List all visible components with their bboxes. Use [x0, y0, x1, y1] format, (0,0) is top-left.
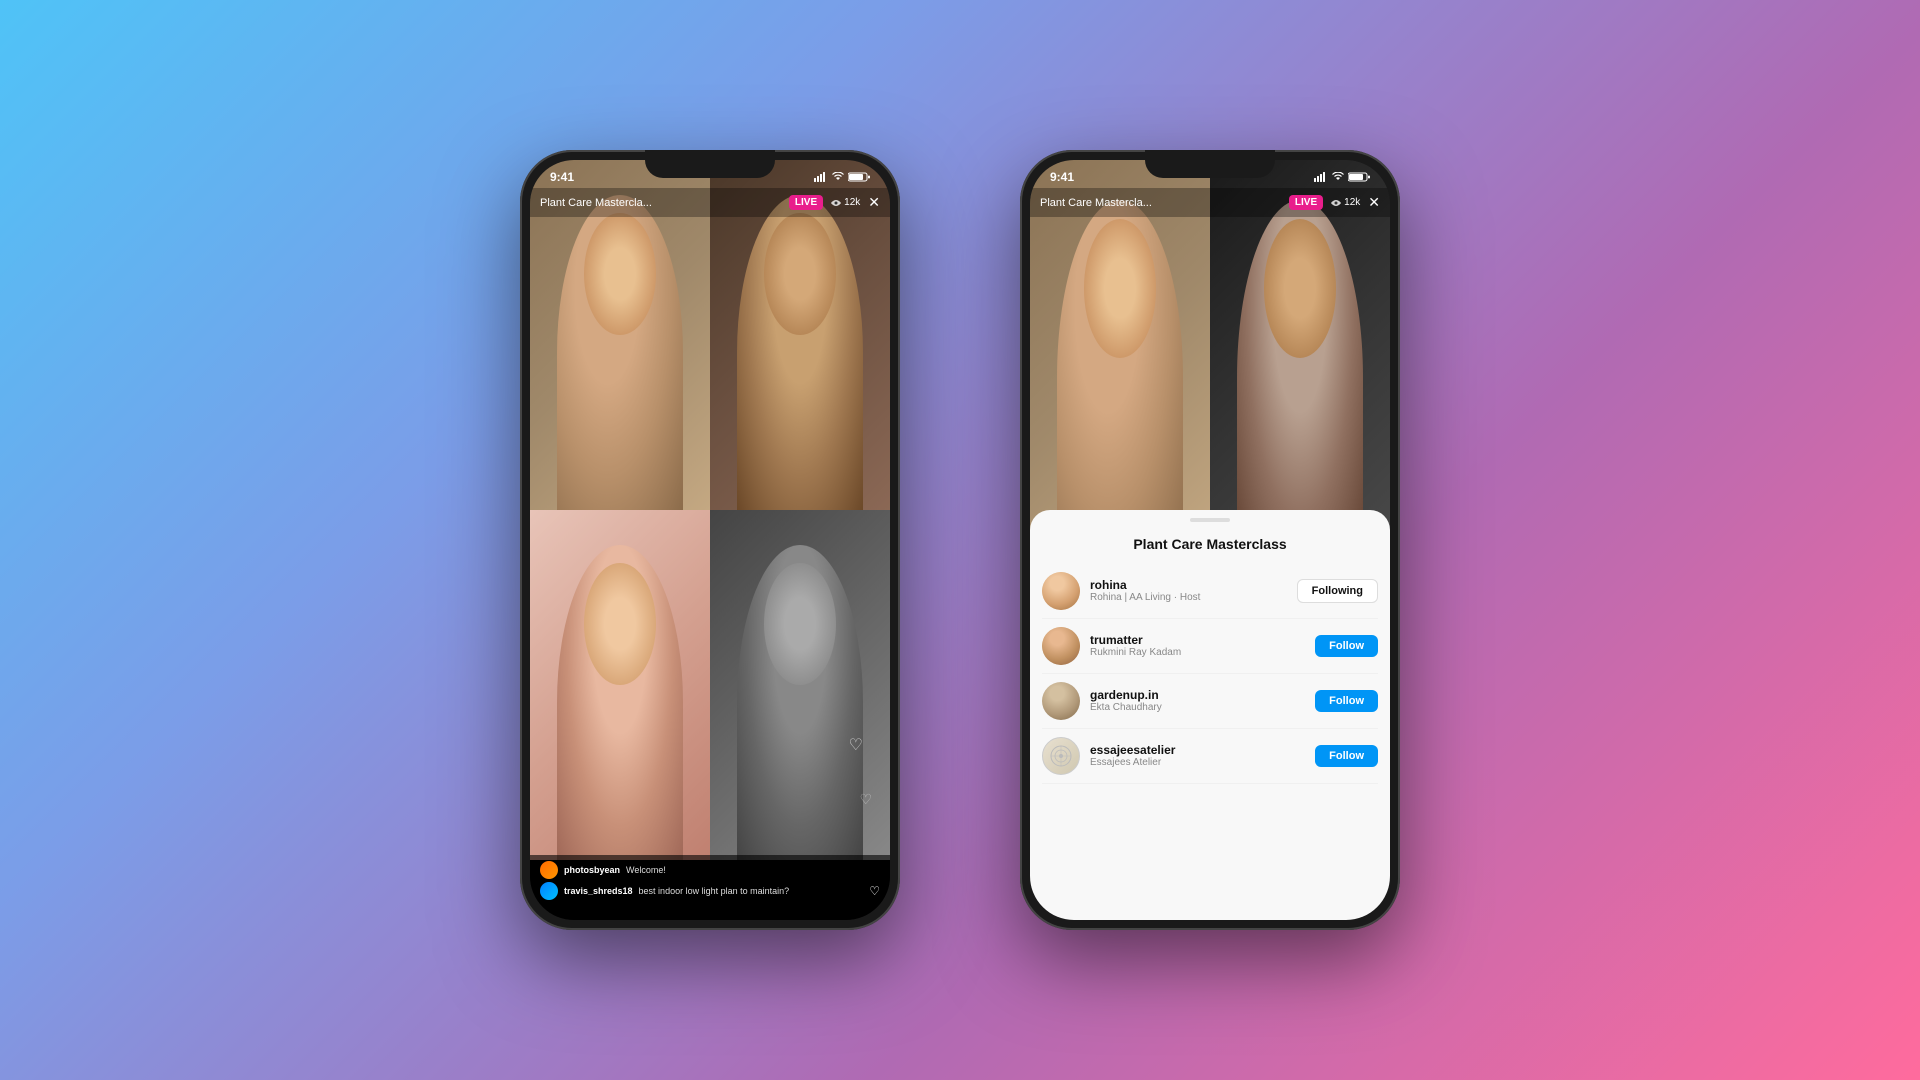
video-grid-2 [1030, 160, 1390, 555]
follow-button-gardenup[interactable]: Follow [1315, 690, 1378, 712]
user-subtitle-essajees: Essajees Atelier [1090, 757, 1305, 768]
user-item-trumatter: trumatter Rukmini Ray Kadam Follow [1042, 619, 1378, 674]
time-1: 9:41 [550, 170, 574, 184]
avatar-gardenup [1042, 682, 1080, 720]
following-button-rohina[interactable]: Following [1297, 579, 1378, 603]
close-button-2[interactable]: ✕ [1368, 194, 1380, 211]
user-item-rohina: rohina Rohina | AA Living · Host Followi… [1042, 564, 1378, 619]
wifi-icon-2 [1332, 172, 1344, 182]
video-grid-1: ♡ ♡ [530, 160, 890, 860]
video-cell-2-2 [1210, 160, 1390, 555]
status-bar-1: 9:41 [530, 160, 890, 188]
live-topbar-2: Plant Care Mastercla... LIVE 12k ✕ [1030, 188, 1390, 217]
live-badge-2: LIVE [1289, 195, 1323, 210]
user-item-essajees: essajeesatelier Essajees Atelier Follow [1042, 729, 1378, 784]
time-2: 9:41 [1050, 170, 1074, 184]
live-title-1: Plant Care Mastercla... [540, 197, 781, 209]
avatar-rohina [1042, 572, 1080, 610]
chat-avatar-2 [540, 882, 558, 900]
heart-icon-chat: ♡ [869, 884, 880, 898]
chat-text-1: Welcome! [626, 865, 666, 875]
users-panel[interactable]: Plant Care Masterclass rohina Rohina | A… [1030, 510, 1390, 920]
signal-icon-2 [1314, 172, 1328, 182]
user-info-essajees: essajeesatelier Essajees Atelier [1090, 743, 1305, 768]
chat-area-1: photosbyean Welcome! travis_shreds18 bes… [530, 855, 890, 920]
essajees-logo-icon [1049, 744, 1073, 768]
user-item-gardenup: gardenup.in Ekta Chaudhary Follow [1042, 674, 1378, 729]
heart-float-2: ♡ [859, 791, 872, 808]
user-subtitle-rohina: Rohina | AA Living · Host [1090, 592, 1287, 603]
status-bar-2: 9:41 [1030, 160, 1390, 188]
live-title-2: Plant Care Mastercla... [1040, 197, 1281, 209]
battery-icon-2 [1348, 172, 1370, 182]
user-list: rohina Rohina | AA Living · Host Followi… [1030, 564, 1390, 784]
signal-icon [814, 172, 828, 182]
username-trumatter: trumatter [1090, 633, 1305, 647]
user-info-trumatter: trumatter Rukmini Ray Kadam [1090, 633, 1305, 658]
avatar-trumatter [1042, 627, 1080, 665]
username-gardenup: gardenup.in [1090, 688, 1305, 702]
face-4 [764, 563, 836, 686]
eye-icon-2 [1331, 198, 1341, 208]
follow-button-essajees[interactable]: Follow [1315, 745, 1378, 767]
face-2-1 [1084, 219, 1156, 357]
close-button-1[interactable]: ✕ [868, 194, 880, 211]
chat-message-1: photosbyean Welcome! [540, 861, 880, 879]
battery-icon [848, 172, 870, 182]
video-cell-3 [530, 510, 710, 860]
chat-username-2: travis_shreds18 [564, 886, 633, 896]
phone-2: 9:41 [1020, 150, 1400, 930]
avatar-essajees [1042, 737, 1080, 775]
chat-username-1: photosbyean [564, 865, 620, 875]
panel-title: Plant Care Masterclass [1030, 536, 1390, 552]
status-icons-2 [1314, 172, 1370, 182]
phone-1: 9:41 [520, 150, 900, 930]
face-3 [584, 563, 656, 686]
user-subtitle-gardenup: Ekta Chaudhary [1090, 702, 1305, 713]
live-topbar-1: Plant Care Mastercla... LIVE 12k ✕ [530, 188, 890, 217]
chat-avatar-1 [540, 861, 558, 879]
live-badge-1: LIVE [789, 195, 823, 210]
username-rohina: rohina [1090, 578, 1287, 592]
face-2 [764, 213, 836, 336]
user-subtitle-trumatter: Rukmini Ray Kadam [1090, 647, 1305, 658]
user-info-gardenup: gardenup.in Ekta Chaudhary [1090, 688, 1305, 713]
video-cell-4: ♡ ♡ [710, 510, 890, 860]
wifi-icon [832, 172, 844, 182]
username-essajees: essajeesatelier [1090, 743, 1305, 757]
chat-message-2: travis_shreds18 best indoor low light pl… [540, 882, 880, 900]
viewer-count-2: 12k [1331, 197, 1360, 208]
video-cell-2-1 [1030, 160, 1210, 555]
face-1 [584, 213, 656, 336]
eye-icon [831, 198, 841, 208]
user-info-rohina: rohina Rohina | AA Living · Host [1090, 578, 1287, 603]
face-2-2 [1264, 219, 1336, 357]
viewer-count-1: 12k [831, 197, 860, 208]
heart-float: ♡ [849, 735, 863, 755]
panel-handle [1190, 518, 1230, 522]
status-icons-1 [814, 172, 870, 182]
follow-button-trumatter[interactable]: Follow [1315, 635, 1378, 657]
chat-text-2: best indoor low light plan to maintain? [639, 886, 790, 896]
